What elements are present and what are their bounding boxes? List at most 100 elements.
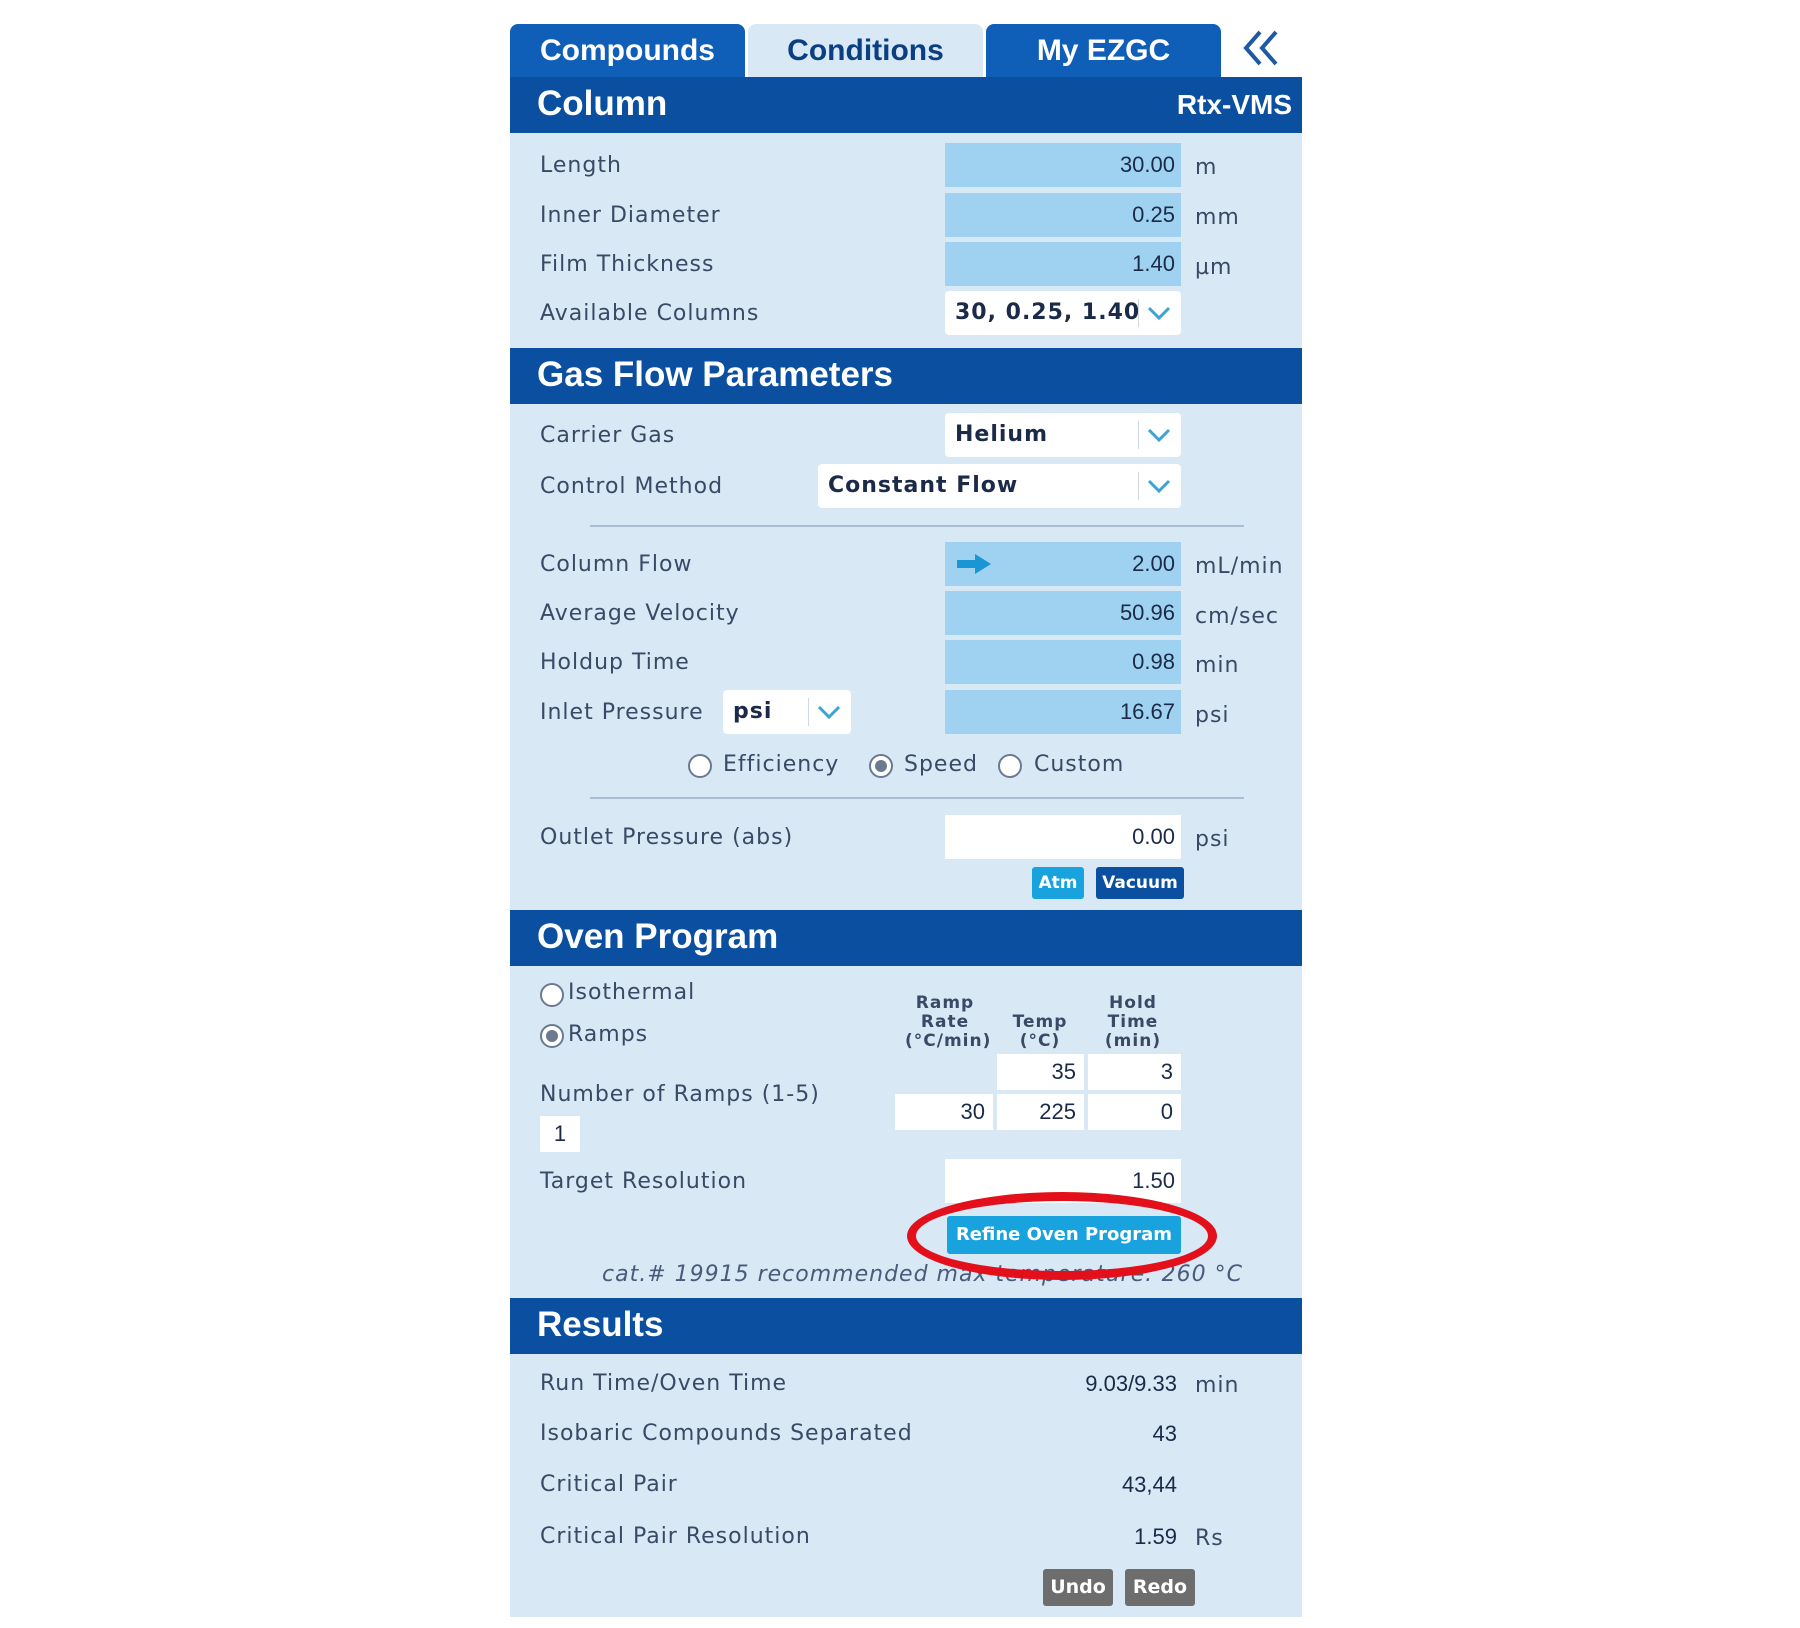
run-time-value: 9.03/9.33	[1085, 1371, 1177, 1396]
efficiency-radio[interactable]	[688, 754, 712, 778]
oven-section-header: Oven Program	[510, 910, 1302, 966]
select-separator	[1138, 472, 1139, 500]
tab-conditions[interactable]: Conditions	[748, 24, 983, 77]
average-velocity-field[interactable]: 50.96	[945, 591, 1181, 635]
pressure-unit-value: psi	[733, 699, 773, 724]
column-flow-field[interactable]: 2.00	[945, 542, 1181, 586]
header-line: (°C/min)	[905, 1031, 992, 1051]
refine-oven-program-button[interactable]: Refine Oven Program	[947, 1216, 1181, 1254]
critical-pair-resolution-label: Critical Pair Resolution	[540, 1524, 811, 1549]
max-temperature-note: cat.# 19915 recommended max temperature:…	[602, 1262, 1243, 1287]
number-of-ramps-label: Number of Ramps (1-5)	[540, 1082, 820, 1107]
holdup-time-field[interactable]: 0.98	[945, 640, 1181, 684]
ramp-rate-cell[interactable]: 30	[895, 1094, 993, 1130]
ezgc-panel: Compounds Conditions My EZGC Column Rtx-…	[510, 0, 1302, 1617]
temp-header: Temp (°C)	[1000, 1013, 1080, 1051]
results-section-header: Results	[510, 1298, 1302, 1354]
tab-my-ezgc[interactable]: My EZGC	[986, 24, 1221, 77]
length-unit: m	[1195, 155, 1218, 180]
chevron-down-icon	[817, 705, 841, 720]
chevron-down-icon	[1147, 428, 1171, 443]
ramps-radio[interactable]	[540, 1024, 564, 1048]
results-title: Results	[537, 1305, 664, 1344]
column-title: Column	[537, 84, 668, 123]
holdup-time-unit: min	[1195, 653, 1240, 678]
average-velocity-unit: cm/sec	[1195, 604, 1280, 629]
inner-diameter-field[interactable]: 0.25	[945, 193, 1181, 237]
holdup-time-label: Holdup Time	[540, 650, 690, 675]
target-resolution-label: Target Resolution	[540, 1169, 748, 1194]
header-line: Temp	[1012, 1012, 1068, 1032]
header-line: (min)	[1104, 1031, 1162, 1051]
efficiency-label: Efficiency	[723, 752, 840, 777]
film-thickness-field[interactable]: 1.40	[945, 242, 1181, 286]
available-columns-select[interactable]: 30, 0.25, 1.40	[945, 291, 1181, 335]
pressure-unit-select[interactable]: psi	[723, 690, 851, 734]
divider	[590, 525, 1244, 527]
carrier-gas-select[interactable]: Helium	[945, 413, 1181, 457]
isobaric-value: 43	[1152, 1421, 1177, 1446]
inlet-pressure-field[interactable]: 16.67	[945, 690, 1181, 734]
speed-radio[interactable]	[869, 754, 893, 778]
column-flow-unit: mL/min	[1195, 554, 1284, 579]
inlet-pressure-unit: psi	[1195, 703, 1230, 728]
ramp-temp-cell[interactable]: 225	[997, 1094, 1084, 1130]
length-field[interactable]: 30.00	[945, 143, 1181, 187]
ramps-label: Ramps	[568, 1022, 649, 1047]
ramp-hold-cell[interactable]: 0	[1088, 1094, 1181, 1130]
inner-diameter-label: Inner Diameter	[540, 203, 721, 228]
average-velocity-label: Average Velocity	[540, 601, 740, 626]
carrier-gas-label: Carrier Gas	[540, 423, 676, 448]
undo-button[interactable]: Undo	[1043, 1569, 1113, 1606]
tab-bar: Compounds Conditions My EZGC	[510, 24, 1302, 77]
column-name: Rtx-VMS	[1176, 89, 1292, 120]
initial-temp-cell[interactable]: 35	[997, 1054, 1084, 1090]
select-separator	[808, 698, 809, 726]
available-columns-value: 30, 0.25, 1.40	[955, 300, 1141, 325]
header-line: Hold	[1109, 993, 1157, 1013]
custom-radio[interactable]	[998, 754, 1022, 778]
vacuum-button[interactable]: Vacuum	[1096, 867, 1184, 899]
oven-title: Oven Program	[537, 917, 779, 956]
control-method-label: Control Method	[540, 474, 724, 499]
critical-pair-value: 43,44	[1121, 1472, 1177, 1497]
custom-label: Custom	[1034, 752, 1125, 777]
isothermal-radio[interactable]	[540, 983, 564, 1007]
header-line: Ramp	[915, 993, 975, 1013]
isothermal-label: Isothermal	[568, 980, 696, 1005]
speed-label: Speed	[904, 752, 978, 777]
column-flow-value: 2.00	[1132, 551, 1175, 576]
column-section-header: Column Rtx-VMS	[510, 77, 1302, 133]
divider	[590, 797, 1244, 799]
header-line: Rate	[920, 1012, 970, 1032]
critical-pair-label: Critical Pair	[540, 1472, 678, 1497]
control-method-value: Constant Flow	[828, 473, 1019, 498]
chevron-down-icon	[1147, 306, 1171, 321]
ramp-rate-header: Ramp Rate (°C/min)	[905, 993, 992, 1051]
target-resolution-field[interactable]: 1.50	[945, 1159, 1181, 1203]
atm-button[interactable]: Atm	[1032, 867, 1084, 899]
header-line: Time	[1107, 1012, 1159, 1032]
available-columns-label: Available Columns	[540, 301, 760, 326]
critical-pair-resolution-value: 1.59	[1134, 1524, 1177, 1549]
outlet-pressure-field[interactable]: 0.00	[945, 815, 1181, 859]
initial-hold-cell[interactable]: 3	[1088, 1054, 1181, 1090]
column-flow-label: Column Flow	[540, 552, 693, 577]
isobaric-label: Isobaric Compounds Separated	[540, 1421, 913, 1446]
gas-flow-section-header: Gas Flow Parameters	[510, 348, 1302, 404]
gas-flow-title: Gas Flow Parameters	[537, 355, 893, 394]
outlet-pressure-label: Outlet Pressure (abs)	[540, 825, 794, 850]
redo-button[interactable]: Redo	[1125, 1569, 1195, 1606]
hold-time-header: Hold Time (min)	[1093, 994, 1173, 1051]
tab-compounds[interactable]: Compounds	[510, 24, 745, 77]
control-method-select[interactable]: Constant Flow	[818, 464, 1181, 508]
film-thickness-unit: µm	[1195, 255, 1233, 280]
double-chevron-left-icon[interactable]	[1230, 28, 1294, 72]
run-time-unit: min	[1195, 1373, 1240, 1398]
select-separator	[1138, 299, 1139, 327]
select-separator	[1138, 421, 1139, 449]
arrow-right-icon	[957, 554, 991, 574]
number-of-ramps-input[interactable]: 1	[540, 1116, 580, 1152]
critical-pair-resolution-unit: Rs	[1195, 1526, 1224, 1551]
header-line: (°C)	[1019, 1031, 1061, 1051]
